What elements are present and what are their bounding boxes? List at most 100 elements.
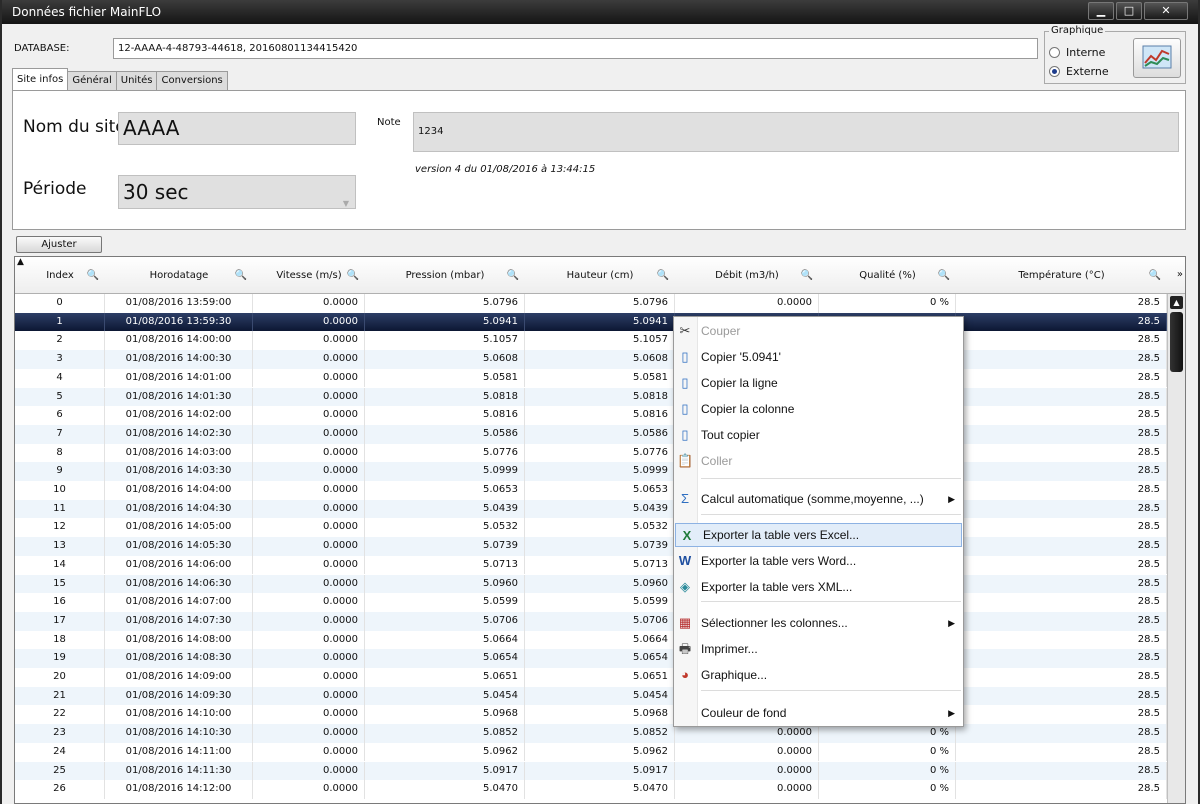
cell-vitesse[interactable]: 0.0000 xyxy=(253,443,365,463)
cell-temperature[interactable]: 28.5 xyxy=(956,406,1167,425)
close-button[interactable]: ✕ xyxy=(1144,2,1188,20)
cell-vitesse[interactable]: 0.0000 xyxy=(253,611,365,631)
cell-horodatage[interactable]: 01/08/2016 14:10:00 xyxy=(105,705,253,725)
cell-vitesse[interactable]: 0.0000 xyxy=(253,668,365,687)
cell-temperature[interactable]: 28.5 xyxy=(956,555,1167,575)
cell-pression[interactable]: 5.0739 xyxy=(365,537,525,556)
cell-hauteur[interactable]: 5.0917 xyxy=(525,761,675,781)
table-row[interactable]: 6 01/08/2016 14:02:00 0.0000 5.0816 5.0816 28… xyxy=(15,406,1167,425)
cell-index[interactable]: 4 xyxy=(15,368,105,388)
cell-qualite[interactable]: 0 % xyxy=(819,294,956,313)
table-row[interactable]: 7 01/08/2016 14:02:30 0.0000 5.0586 5.0586 28… xyxy=(15,424,1167,444)
ajuster-button[interactable]: Ajuster xyxy=(16,236,102,253)
cell-vitesse[interactable]: 0.0000 xyxy=(253,294,365,313)
cell-temperature[interactable]: 28.5 xyxy=(956,443,1167,463)
cell-pression[interactable]: 5.0599 xyxy=(365,593,525,612)
cell-index[interactable]: 16 xyxy=(15,593,105,612)
table-row[interactable]: 18 01/08/2016 14:08:00 0.0000 5.0664 5.0664 2… xyxy=(15,630,1167,650)
cell-temperature[interactable]: 28.5 xyxy=(956,705,1167,725)
cell-vitesse[interactable]: 0.0000 xyxy=(253,424,365,444)
scroll-thumb[interactable] xyxy=(1170,312,1183,372)
cell-index[interactable]: 2 xyxy=(15,331,105,351)
table-row[interactable]: 22 01/08/2016 14:10:00 0.0000 5.0968 5.0968 2… xyxy=(15,705,1167,725)
cell-pression[interactable]: 5.0852 xyxy=(365,724,525,743)
cell-temperature[interactable]: 28.5 xyxy=(956,518,1167,538)
col-header-horodatage[interactable]: Horodatage 🔍 xyxy=(105,257,253,294)
cell-index[interactable]: 21 xyxy=(15,686,105,706)
cell-horodatage[interactable]: 01/08/2016 14:04:00 xyxy=(105,481,253,500)
cell-horodatage[interactable]: 01/08/2016 14:09:30 xyxy=(105,686,253,706)
filter-icon[interactable]: 🔍 xyxy=(1149,257,1161,294)
cell-index[interactable]: 12 xyxy=(15,518,105,538)
cell-hauteur[interactable]: 5.0454 xyxy=(525,686,675,706)
filter-icon[interactable]: 🔍 xyxy=(507,257,519,294)
cell-hauteur[interactable]: 5.0999 xyxy=(525,462,675,481)
cell-hauteur[interactable]: 5.0608 xyxy=(525,350,675,369)
table-row[interactable]: 9 01/08/2016 14:03:30 0.0000 5.0999 5.0999 28… xyxy=(15,462,1167,481)
cell-hauteur[interactable]: 5.0960 xyxy=(525,574,675,594)
table-row[interactable]: 24 01/08/2016 14:11:00 0.0000 5.0962 5.0962 0… xyxy=(15,742,1167,762)
cell-index[interactable]: 15 xyxy=(15,574,105,594)
cell-hauteur[interactable]: 5.0664 xyxy=(525,630,675,650)
cell-temperature[interactable]: 28.5 xyxy=(956,462,1167,481)
note-field[interactable]: 1234 xyxy=(413,112,1179,152)
cell-horodatage[interactable]: 01/08/2016 14:04:30 xyxy=(105,499,253,519)
vertical-scrollbar[interactable]: ▲ xyxy=(1167,294,1185,803)
cell-horodatage[interactable]: 01/08/2016 14:09:00 xyxy=(105,668,253,687)
cell-pression[interactable]: 5.0816 xyxy=(365,406,525,425)
cell-temperature[interactable]: 28.5 xyxy=(956,724,1167,743)
cell-horodatage[interactable]: 01/08/2016 14:11:30 xyxy=(105,761,253,781)
cell-horodatage[interactable]: 01/08/2016 14:07:30 xyxy=(105,611,253,631)
table-row[interactable]: 14 01/08/2016 14:06:00 0.0000 5.0713 5.0713 2… xyxy=(15,555,1167,575)
cell-horodatage[interactable]: 01/08/2016 14:00:00 xyxy=(105,331,253,351)
cell-vitesse[interactable]: 0.0000 xyxy=(253,555,365,575)
cell-vitesse[interactable]: 0.0000 xyxy=(253,481,365,500)
cell-hauteur[interactable]: 5.0581 xyxy=(525,368,675,388)
site-name-field[interactable]: AAAA xyxy=(118,112,356,145)
cell-pression[interactable]: 5.0776 xyxy=(365,443,525,463)
cell-temperature[interactable]: 28.5 xyxy=(956,649,1167,668)
cell-hauteur[interactable]: 5.0796 xyxy=(525,294,675,313)
table-row[interactable]: 23 01/08/2016 14:10:30 0.0000 5.0852 5.0852 0… xyxy=(15,724,1167,743)
cell-horodatage[interactable]: 01/08/2016 14:03:30 xyxy=(105,462,253,481)
cell-pression[interactable]: 5.0713 xyxy=(365,555,525,575)
cell-temperature[interactable]: 28.5 xyxy=(956,350,1167,369)
cell-debit[interactable]: 0.0000 xyxy=(675,780,819,799)
cell-index[interactable]: 7 xyxy=(15,424,105,444)
cell-pression[interactable]: 5.0664 xyxy=(365,630,525,650)
cell-horodatage[interactable]: 01/08/2016 14:02:00 xyxy=(105,406,253,425)
table-row[interactable]: 25 01/08/2016 14:11:30 0.0000 5.0917 5.0917 0… xyxy=(15,761,1167,781)
context-menu-item[interactable]: ▯ Copier la ligne xyxy=(674,371,963,395)
database-field[interactable]: 12-AAAA-4-48793-44618, 20160801134415420 xyxy=(113,38,1038,59)
context-menu-item[interactable]: Couleur de fond ▶ xyxy=(674,701,963,725)
minimize-button[interactable]: ▁ xyxy=(1088,2,1114,20)
context-menu-item[interactable]: ▦ Sélectionner les colonnes... ▶ xyxy=(674,611,963,635)
cell-index[interactable]: 6 xyxy=(15,406,105,425)
cell-pression[interactable]: 5.0653 xyxy=(365,481,525,500)
cell-temperature[interactable]: 28.5 xyxy=(956,761,1167,781)
cell-index[interactable]: 18 xyxy=(15,630,105,650)
table-row[interactable]: 1 01/08/2016 13:59:30 0.0000 5.0941 5.0941 28… xyxy=(15,312,1167,332)
cell-pression[interactable]: 5.0706 xyxy=(365,611,525,631)
cell-index[interactable]: 9 xyxy=(15,462,105,481)
col-header-temperature[interactable]: Température (°C) 🔍 xyxy=(956,257,1167,294)
scroll-up-icon[interactable]: ▲ xyxy=(1170,296,1183,309)
tab-general[interactable]: Général xyxy=(67,71,117,90)
period-combo[interactable]: 30 sec ▼ xyxy=(118,175,356,209)
cell-temperature[interactable]: 28.5 xyxy=(956,630,1167,650)
cell-horodatage[interactable]: 01/08/2016 14:05:30 xyxy=(105,537,253,556)
tab-unites[interactable]: Unités xyxy=(115,71,158,90)
cell-hauteur[interactable]: 5.0651 xyxy=(525,668,675,687)
cell-index[interactable]: 1 xyxy=(15,312,105,332)
cell-hauteur[interactable]: 5.0941 xyxy=(525,312,675,332)
context-menu-item[interactable]: ◕ Graphique... xyxy=(674,663,963,687)
cell-temperature[interactable]: 28.5 xyxy=(956,368,1167,388)
cell-hauteur[interactable]: 5.0706 xyxy=(525,611,675,631)
cell-index[interactable]: 23 xyxy=(15,724,105,743)
cell-pression[interactable]: 5.0968 xyxy=(365,705,525,725)
cell-temperature[interactable]: 28.5 xyxy=(956,742,1167,762)
cell-temperature[interactable]: 28.5 xyxy=(956,481,1167,500)
cell-index[interactable]: 13 xyxy=(15,537,105,556)
context-menu-item[interactable]: W Exporter la table vers Word... xyxy=(674,549,963,573)
cell-pression[interactable]: 5.0796 xyxy=(365,294,525,313)
